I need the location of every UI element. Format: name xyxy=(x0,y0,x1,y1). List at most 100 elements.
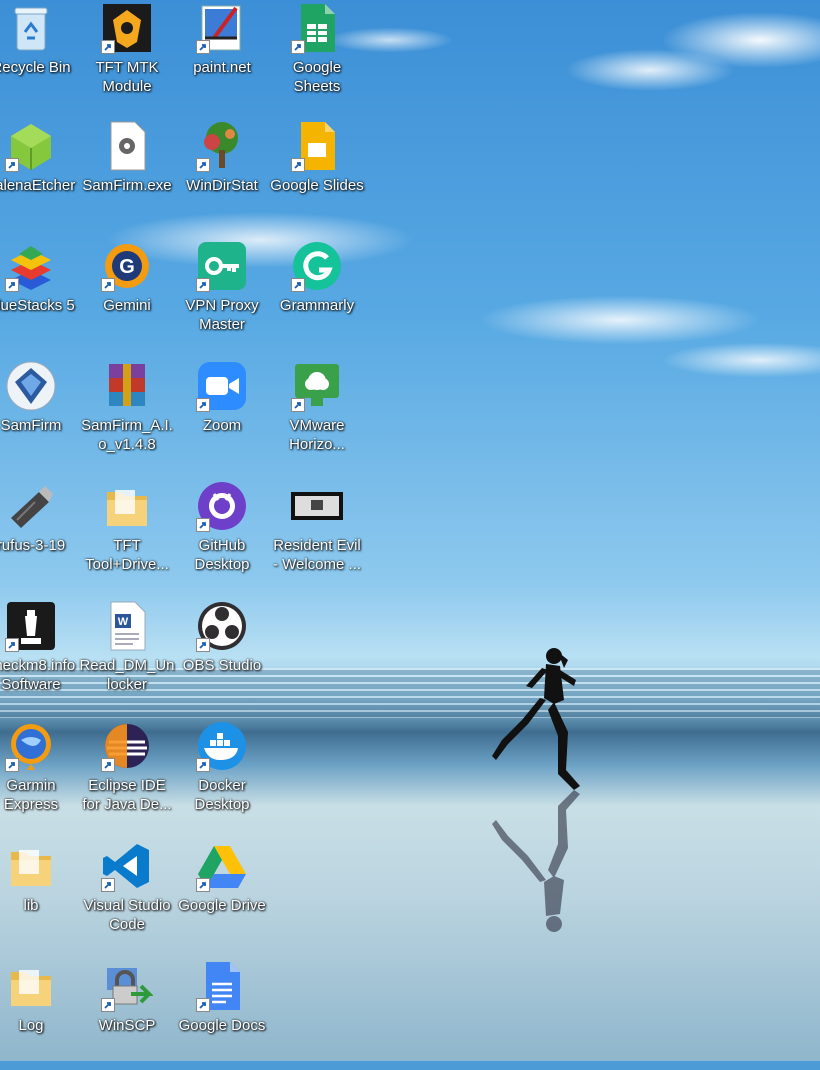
desktop-icon[interactable]: VPN Proxy Master xyxy=(174,238,270,350)
desktop-icon[interactable]: OBS Studio xyxy=(174,598,270,710)
desktop-icon-label: Garmin Express xyxy=(3,777,59,813)
folder-icon xyxy=(5,840,57,892)
shortcut-arrow-icon xyxy=(196,158,210,172)
desktop-icon[interactable]: Eclipse IDE for Java De... xyxy=(79,718,175,830)
desktop-icon[interactable]: Garmin Express xyxy=(0,718,79,830)
desktop-icon-label: paint.net xyxy=(193,59,251,76)
desktop-icon[interactable]: GitHub Desktop xyxy=(174,478,270,590)
desktop-icon[interactable]: SamFirm xyxy=(0,358,79,470)
shortcut-arrow-icon xyxy=(196,758,210,772)
word-document-icon: W xyxy=(101,600,153,652)
shortcut-arrow-icon xyxy=(196,878,210,892)
desktop-icon-label: SamFirm xyxy=(0,417,62,434)
shortcut-arrow-icon xyxy=(5,158,19,172)
desktop-icon[interactable]: VMware Horizo... xyxy=(269,358,365,470)
desktop-icon-label: balenaEtcher xyxy=(0,177,76,194)
folder-icon xyxy=(5,960,57,1012)
desktop-icon-label: BlueStacks 5 xyxy=(0,297,75,314)
desktop-icon[interactable]: Google Docs xyxy=(174,958,270,1070)
desktop-icon[interactable]: lib xyxy=(0,838,79,950)
desktop-icon-label: SamFirm_A.I.o_v1.4.8 xyxy=(81,417,173,453)
winrar-archive-icon xyxy=(101,360,153,412)
desktop-icon[interactable]: Visual Studio Code xyxy=(79,838,175,950)
desktop-icon-label: rufus-3-19 xyxy=(0,537,66,554)
desktop-icon[interactable]: Google Slides xyxy=(269,118,365,230)
desktop-icon[interactable]: Log xyxy=(0,958,79,1070)
desktop-icon[interactable]: checkm8.info Software xyxy=(0,598,79,710)
winscp-icon xyxy=(101,960,153,1012)
desktop-icon[interactable]: rufus-3-19 xyxy=(0,478,79,590)
desktop-icon-label: Recycle Bin xyxy=(0,59,71,76)
recycle-bin-icon xyxy=(5,2,57,54)
shortcut-arrow-icon xyxy=(101,278,115,292)
desktop-icon-label: Google Slides xyxy=(270,177,364,194)
vmware-horizon-icon xyxy=(291,360,343,412)
runner-reflection xyxy=(492,790,580,932)
gemini-icon: G xyxy=(101,240,153,292)
grammarly-icon xyxy=(291,240,343,292)
desktop-icon[interactable]: G Gemini xyxy=(79,238,175,350)
shortcut-arrow-icon xyxy=(5,758,19,772)
video-thumbnail-icon xyxy=(291,480,343,532)
desktop-icon[interactable]: paint.net xyxy=(174,0,270,112)
shortcut-arrow-icon xyxy=(196,638,210,652)
shortcut-arrow-icon xyxy=(291,278,305,292)
desktop-icon-label: VPN Proxy Master xyxy=(185,297,259,333)
desktop-icon[interactable]: Grammarly xyxy=(269,238,365,350)
shortcut-arrow-icon xyxy=(291,40,305,54)
desktop-icon[interactable]: WinSCP xyxy=(79,958,175,1070)
bluestacks-icon xyxy=(5,240,57,292)
shortcut-arrow-icon xyxy=(291,158,305,172)
desktop-icon-label: Google Drive xyxy=(178,897,266,914)
desktop-icon[interactable]: balenaEtcher xyxy=(0,118,79,230)
desktop-icon-label: WinDirStat xyxy=(186,177,258,194)
shortcut-arrow-icon xyxy=(196,518,210,532)
desktop-icon-label: lib xyxy=(23,897,39,914)
desktop-icon[interactable]: SamFirm_A.I.o_v1.4.8 xyxy=(79,358,175,470)
checkm8-icon xyxy=(5,600,57,652)
shortcut-arrow-icon xyxy=(196,398,210,412)
desktop-icon[interactable]: W Read_DM_Unlocker xyxy=(79,598,175,710)
folder-icon xyxy=(101,480,153,532)
desktop-icon-label: Google Docs xyxy=(178,1017,266,1034)
desktop-icon-label: Read_DM_Unlocker xyxy=(79,657,175,693)
shortcut-arrow-icon xyxy=(291,398,305,412)
google-sheets-icon xyxy=(291,2,343,54)
github-icon xyxy=(196,480,248,532)
desktop-icon[interactable]: Docker Desktop xyxy=(174,718,270,830)
google-docs-icon xyxy=(196,960,248,1012)
desktop-icon-label: GitHub Desktop xyxy=(194,537,250,573)
desktop-icon-label: Grammarly xyxy=(279,297,355,314)
desktop-icon[interactable]: Recycle Bin xyxy=(0,0,79,112)
desktop-icon-label: TFT Tool+Drive... xyxy=(85,537,169,573)
svg-text:W: W xyxy=(118,616,129,628)
desktop-icon-label: SamFirm.exe xyxy=(82,177,172,194)
shortcut-arrow-icon xyxy=(101,878,115,892)
desktop-icon[interactable]: Resident Evil - Welcome ... xyxy=(269,478,365,590)
desktop-icon[interactable]: BlueStacks 5 xyxy=(0,238,79,350)
desktop-icon[interactable]: Google Sheets xyxy=(269,0,365,112)
desktop-icon-label: Gemini xyxy=(103,297,151,314)
desktop-icon[interactable]: WinDirStat xyxy=(174,118,270,230)
desktop-icon-label: Zoom xyxy=(202,417,242,434)
balena-etcher-icon xyxy=(5,120,57,172)
desktop-icon-label: OBS Studio xyxy=(182,657,262,674)
desktop-icon[interactable]: TFT Tool+Drive... xyxy=(79,478,175,590)
usb-drive-icon xyxy=(5,480,57,532)
desktop-icon[interactable]: SamFirm.exe xyxy=(79,118,175,230)
desktop-icon[interactable]: Google Drive xyxy=(174,838,270,950)
desktop-icon[interactable]: Zoom xyxy=(174,358,270,470)
zoom-icon xyxy=(196,360,248,412)
obs-icon xyxy=(196,600,248,652)
garmin-icon xyxy=(5,720,57,772)
desktop-icon-label: Docker Desktop xyxy=(194,777,250,813)
shortcut-arrow-icon xyxy=(196,278,210,292)
desktop-icon-label: Google Sheets xyxy=(292,59,342,95)
shortcut-arrow-icon xyxy=(5,278,19,292)
shortcut-arrow-icon xyxy=(101,998,115,1012)
desktop-icon[interactable]: TFT MTK Module xyxy=(79,0,175,112)
samfirm-icon xyxy=(5,360,57,412)
eclipse-icon xyxy=(101,720,153,772)
desktop-icon-label: Resident Evil - Welcome ... xyxy=(272,537,362,573)
desktop-icon-label: VMware Horizo... xyxy=(289,417,345,453)
